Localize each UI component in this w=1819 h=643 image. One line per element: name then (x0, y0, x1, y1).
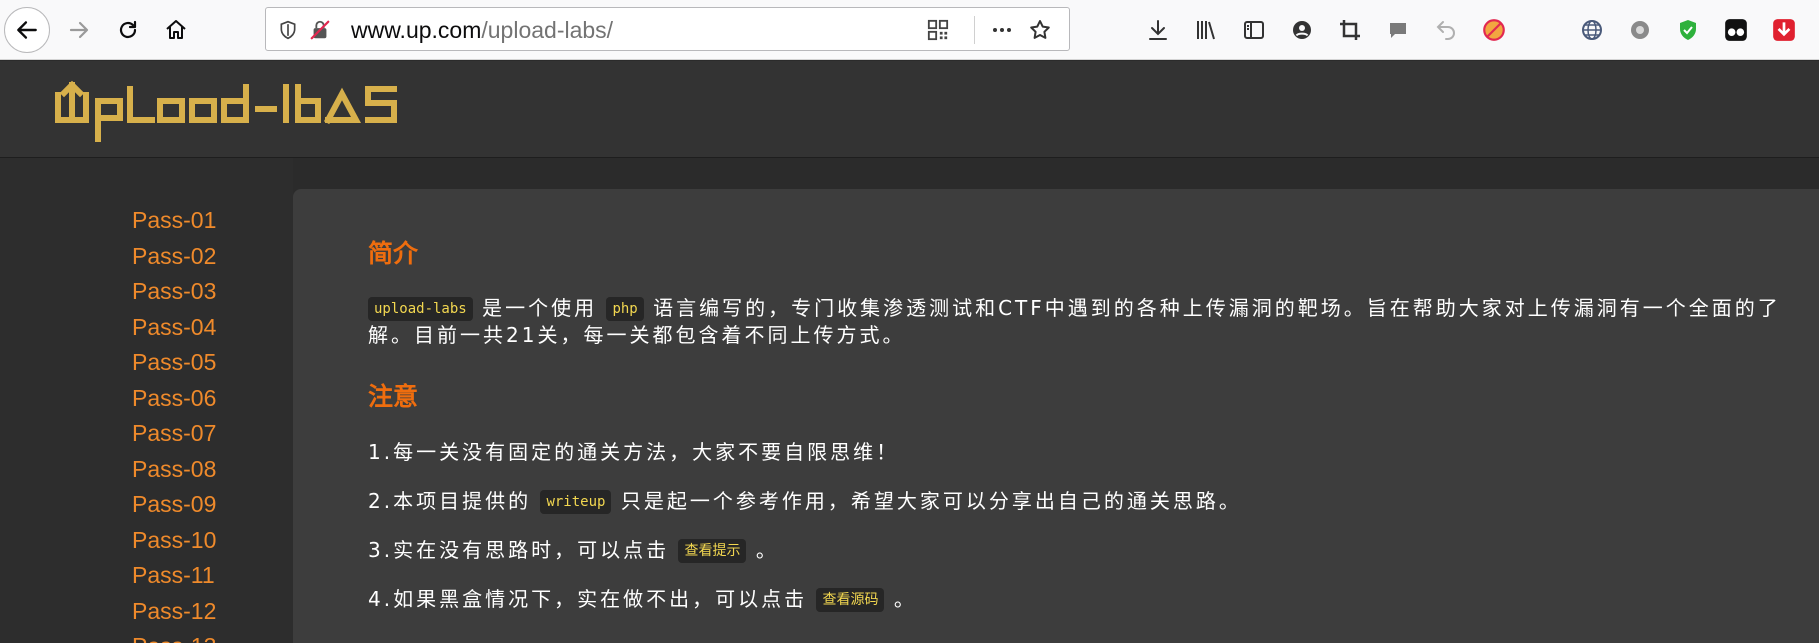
sidebar-item-pass-01[interactable]: Pass-01 (0, 203, 293, 239)
tampermonkey-icon[interactable] (1722, 16, 1750, 44)
sidebar-item-pass-05[interactable]: Pass-05 (0, 345, 293, 381)
note-2-text-post: 只是起一个参考作用，希望大家可以分享出自己的通关思路。 (620, 489, 1242, 513)
more-actions-icon[interactable] (990, 18, 1014, 42)
home-button[interactable] (154, 8, 198, 52)
settings-gear-icon[interactable] (1626, 16, 1654, 44)
sidebar-item-pass-10[interactable]: Pass-10 (0, 523, 293, 559)
downloads-icon[interactable] (1144, 16, 1172, 44)
sidebar-item-pass-02[interactable]: Pass-02 (0, 239, 293, 275)
note-4: 4.如果黑盒情况下，实在做不出，可以点击 查看源码 。 (368, 586, 1813, 613)
sidebar-item-pass-12[interactable]: Pass-12 (0, 594, 293, 630)
intro-text-1: 是一个使用 (482, 296, 598, 320)
back-button[interactable] (4, 7, 50, 53)
browser-toolbar: www.up.com/upload-labs/ (0, 0, 1819, 60)
screenshot-crop-icon[interactable] (1336, 16, 1364, 44)
note-4-text-pre: 4.如果黑盒情况下，实在做不出，可以点击 (368, 587, 808, 611)
note-1: 1.每一关没有固定的通关方法，大家不要自限思维！ (368, 440, 900, 464)
undo-arrow-icon[interactable] (1432, 16, 1460, 44)
code-upload-labs: upload-labs (368, 297, 473, 321)
bookmark-star-icon[interactable] (1028, 18, 1052, 42)
note-3: 3.实在没有思路时，可以点击 查看提示 。 (368, 537, 1813, 564)
sidebar-item-pass-13[interactable]: Pass-13 (0, 629, 293, 643)
url-host: www.up.com (351, 17, 482, 43)
note-2-text-pre: 2.本项目提供的 (368, 489, 532, 513)
chat-bubble-icon[interactable] (1384, 16, 1412, 44)
sidebar-item-pass-04[interactable]: Pass-04 (0, 310, 293, 346)
intro-paragraph: upload-labs 是一个使用 php 语言编写的，专门收集渗透测试和CTF… (368, 295, 1813, 349)
note-3-text-post: 。 (755, 538, 779, 562)
sidebar-item-pass-06[interactable]: Pass-06 (0, 381, 293, 417)
intro-title: 简介 (368, 239, 419, 268)
sidebar-item-pass-07[interactable]: Pass-07 (0, 416, 293, 452)
code-php: php (606, 297, 644, 321)
shield-check-icon[interactable] (1674, 16, 1702, 44)
code-writeup: writeup (540, 490, 612, 514)
forward-button[interactable] (57, 8, 101, 52)
notes-title: 注意 (368, 382, 419, 411)
show-source-button[interactable]: 查看源码 (816, 588, 885, 612)
sidebar: Pass-01 Pass-02 Pass-03 Pass-04 Pass-05 … (0, 158, 293, 643)
arrow-right-icon (69, 21, 89, 39)
note-4-text-post: 。 (893, 587, 917, 611)
blocked-extension-icon[interactable] (1480, 16, 1508, 44)
library-icon[interactable] (1192, 16, 1220, 44)
sidebar-list: Pass-01 Pass-02 Pass-03 Pass-04 Pass-05 … (0, 203, 293, 643)
sidebar-item-pass-09[interactable]: Pass-09 (0, 487, 293, 523)
insecure-lock-icon[interactable] (308, 18, 332, 42)
home-icon (166, 20, 186, 39)
url-bar-divider (974, 16, 975, 44)
sidebar-item-pass-11[interactable]: Pass-11 (0, 558, 293, 594)
main-content: 简介 upload-labs 是一个使用 php 语言编写的，专门收集渗透测试和… (293, 189, 1819, 643)
note-3-text-pre: 3.实在没有思路时，可以点击 (368, 538, 670, 562)
url-text[interactable]: www.up.com/upload-labs/ (351, 17, 613, 44)
qr-code-icon[interactable] (926, 18, 950, 42)
shield-icon[interactable] (276, 18, 300, 42)
sidebar-item-pass-08[interactable]: Pass-08 (0, 452, 293, 488)
globe-network-icon[interactable] (1578, 16, 1606, 44)
account-icon[interactable] (1288, 16, 1316, 44)
sidebar-item-pass-03[interactable]: Pass-03 (0, 274, 293, 310)
url-bar[interactable]: www.up.com/upload-labs/ (265, 7, 1070, 51)
arrow-left-icon (17, 21, 37, 39)
url-path: /upload-labs/ (481, 17, 614, 43)
page-header (0, 61, 1819, 158)
upload-labs-logo[interactable] (54, 77, 400, 143)
show-hint-button[interactable]: 查看提示 (678, 539, 747, 563)
reload-button[interactable] (106, 8, 150, 52)
sidebar-toggle-icon[interactable] (1240, 16, 1268, 44)
reload-icon (119, 20, 137, 39)
download-arrow-red-icon[interactable] (1770, 16, 1798, 44)
note-2: 2.本项目提供的 writeup 只是起一个参考作用，希望大家可以分享出自己的通… (368, 488, 1813, 515)
